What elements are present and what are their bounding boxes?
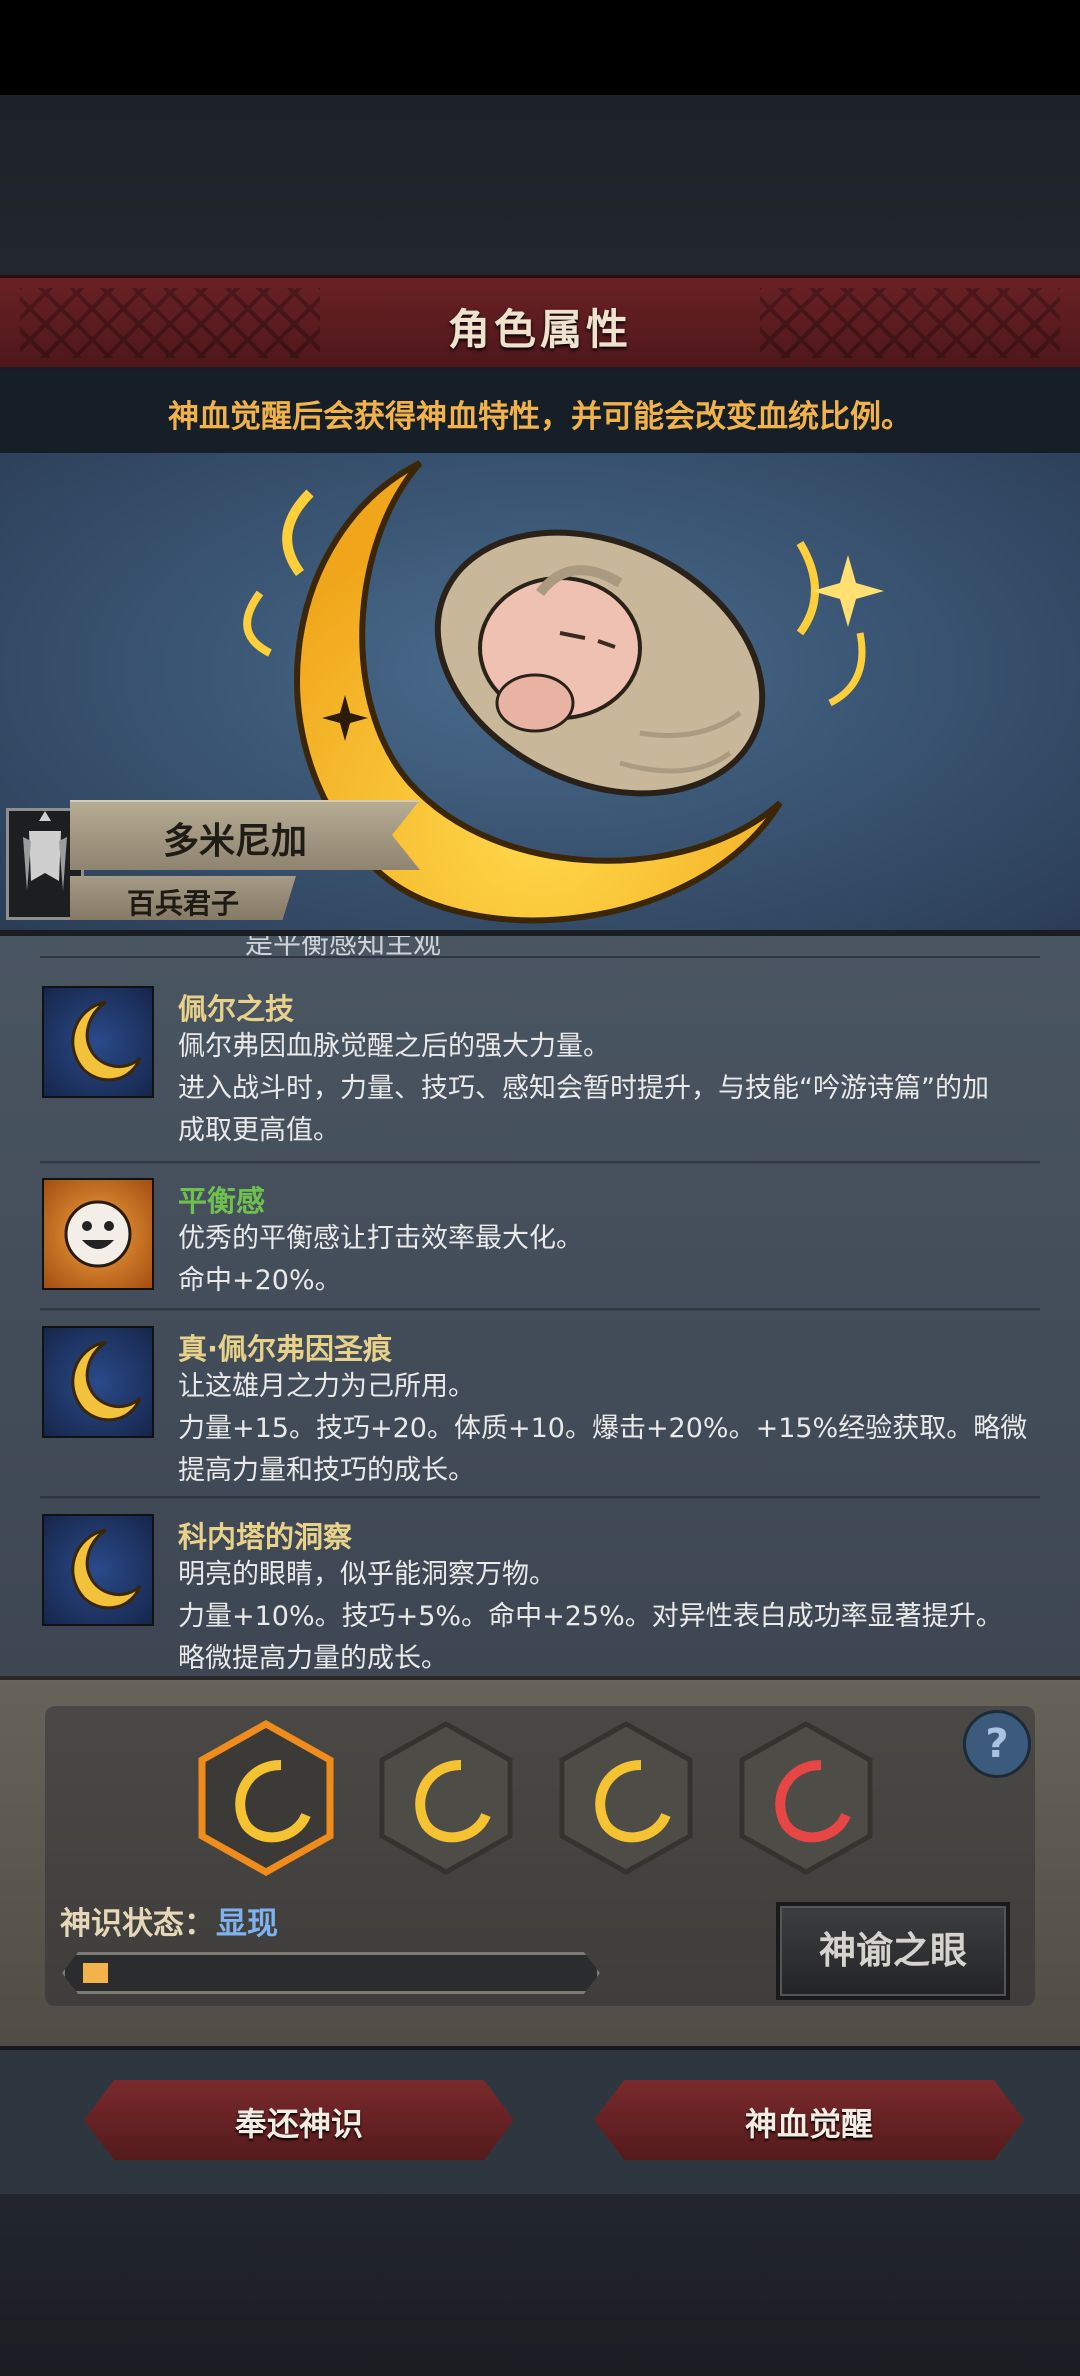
- divine-sense-progress-bar: [62, 1952, 600, 1994]
- divider: [40, 1496, 1040, 1499]
- help-icon[interactable]: ?: [963, 1710, 1031, 1778]
- character-name: 多米尼加: [162, 821, 307, 862]
- moon-icon: [42, 1514, 154, 1626]
- cut-trait-text: 是平衡感知主观: [245, 936, 442, 960]
- trait-description: 让这雄月之力为己所用。 力量+15。技巧+20。体质+10。爆击+20%。+15…: [178, 1371, 1028, 1486]
- divine-slot-3[interactable]: [556, 1720, 696, 1876]
- bottom-area: [0, 2194, 1080, 2376]
- divider: [40, 1308, 1040, 1311]
- divine-sense-status-value: 显现: [216, 1906, 278, 1942]
- trait-title: 真·佩尔弗因圣痕: [178, 1332, 393, 1366]
- moon-icon: [42, 1326, 154, 1438]
- divine-blood-awaken-button[interactable]: 神血觉醒: [594, 2080, 1024, 2160]
- trait-description: 佩尔弗因血脉觉醒之后的强大力量。 进入战斗时，力量、技巧、感知会暂时提升，与技能…: [178, 1031, 989, 1146]
- divine-slot-2[interactable]: [376, 1720, 516, 1876]
- divine-sense-status-label: 神识状态：: [60, 1906, 215, 1942]
- subtitle-bar: 神血觉醒后会获得神血特性，并可能会改变血统比例。: [0, 367, 1080, 453]
- divine-slot-4[interactable]: [736, 1720, 876, 1876]
- divider: [40, 1161, 1040, 1164]
- page-subtitle: 神血觉醒后会获得神血特性，并可能会改变血统比例。: [168, 399, 912, 435]
- trait-title: 佩尔之技: [178, 992, 295, 1026]
- trait-title: 科内塔的洞察: [178, 1520, 353, 1554]
- trait-description: 优秀的平衡感让打击效率最大化。 命中+20%。: [178, 1223, 583, 1296]
- status-bar-area: [0, 0, 1080, 95]
- button-label: 神血觉醒: [744, 2105, 873, 2143]
- list-cut-row: 是平衡感知主观: [40, 936, 1040, 960]
- return-divine-sense-button[interactable]: 奉还神识: [84, 2080, 514, 2160]
- divine-slot-1-selected[interactable]: [196, 1720, 336, 1876]
- progress-fill: [83, 1963, 108, 1983]
- trait-title: 平衡感: [178, 1184, 266, 1218]
- moon-icon: [42, 986, 154, 1098]
- screen: 角色属性 神血觉醒后会获得神血特性，并可能会改变血统比例。 多米尼加 百兵君子 …: [0, 0, 1080, 2376]
- button-label: 奉还神识: [234, 2105, 363, 2143]
- page-title: 角色属性: [447, 305, 632, 354]
- trait-list[interactable]: 是平衡感知主观 佩尔之技 佩尔弗因血脉觉醒之后的强大力量。 进入战斗时，力量、技…: [0, 936, 1080, 1676]
- oracle-eye-button[interactable]: 神谕之眼: [776, 1902, 1010, 2000]
- title-bar: 角色属性: [0, 275, 1080, 370]
- trait-description: 明亮的眼睛，似乎能洞察万物。 力量+10%。技巧+5%。命中+25%。对异性表白…: [178, 1559, 1003, 1674]
- character-title: 百兵君子: [126, 887, 239, 920]
- smiley-icon: [42, 1178, 154, 1290]
